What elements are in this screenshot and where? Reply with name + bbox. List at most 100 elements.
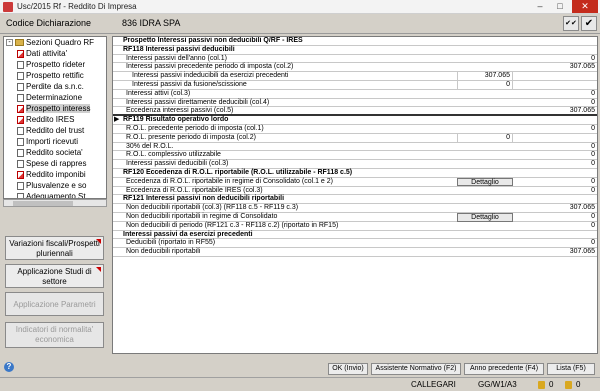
tree-item-label: Prospetto interess bbox=[26, 104, 91, 113]
grid-row[interactable]: Deducibili (riportato in RF55) 0 bbox=[113, 239, 597, 249]
ditta-label: 836 IDRA SPA bbox=[122, 18, 181, 28]
grid-row[interactable]: R.O.L. presente periodo di imposta (col.… bbox=[113, 133, 597, 143]
tree-item[interactable]: Spese di rappres bbox=[4, 158, 106, 169]
grid-row[interactable]: Prospetto Interessi passivi non deducibi… bbox=[113, 37, 597, 46]
tree-item[interactable]: Prospetto rideter bbox=[4, 59, 106, 70]
row-label: RF121 Interessi passivi non deducibili r… bbox=[123, 195, 285, 203]
anno-precedente-button[interactable]: Anno precedente (F4) bbox=[464, 363, 544, 375]
grid-row[interactable]: ▶ RF119 Risultato operativo lordo bbox=[113, 116, 597, 125]
row-label: Eccedenza di R.O.L. riportabile in regim… bbox=[126, 177, 333, 185]
tree-root[interactable]: - Sezioni Quadro RF bbox=[4, 37, 106, 48]
grid-row[interactable]: Interessi passivi indeducibili da eserci… bbox=[113, 72, 597, 81]
row-mid-value bbox=[457, 204, 513, 212]
tree-item[interactable]: Plusvalenze e so bbox=[4, 180, 106, 191]
row-mid-value bbox=[457, 143, 513, 151]
collapse-icon[interactable]: - bbox=[6, 39, 13, 47]
row-label: Interessi passivi da esercizi precedenti bbox=[123, 230, 253, 238]
grid-row[interactable]: Non deducibili riportabili (col.3) (RF11… bbox=[113, 204, 597, 213]
row-value: 0 bbox=[591, 142, 595, 150]
data-grid[interactable]: Prospetto Interessi passivi non deducibi… bbox=[112, 36, 598, 354]
indicatori-line1: Indicatori di normalita' bbox=[15, 325, 94, 334]
grid-row[interactable]: Non deducibili di periodo (RF121 c.3 - R… bbox=[113, 222, 597, 231]
app-icon bbox=[3, 2, 13, 12]
tree-item-label: Reddito imponibi bbox=[26, 170, 86, 179]
tree-item[interactable]: Reddito societa' bbox=[4, 147, 106, 158]
grid-row[interactable]: Eccedenza di R.O.L. riportabile in regim… bbox=[113, 177, 597, 187]
grid-row[interactable]: Interessi passivi deducibili (col.3) 0 bbox=[113, 160, 597, 169]
parametri-line1: Applicazione Parametri bbox=[13, 300, 96, 309]
grid-row[interactable]: Interessi passivi da esercizi precedenti bbox=[113, 231, 597, 240]
row-label: RF118 Interessi passivi deducibili bbox=[123, 45, 235, 53]
check-button[interactable]: ✔ bbox=[581, 16, 597, 31]
tree-item[interactable]: Reddito imponibi bbox=[4, 169, 106, 180]
grid-row[interactable]: Interessi passivi dell'anno (col.1) 0 bbox=[113, 55, 597, 64]
row-value: 0 bbox=[591, 151, 595, 159]
tree-item[interactable]: Reddito del trust bbox=[4, 125, 106, 136]
row-mid-value bbox=[457, 151, 513, 159]
row-label: Non deducibili di periodo (RF121 c.3 - R… bbox=[126, 221, 339, 229]
row-mid-value bbox=[457, 55, 513, 63]
close-button[interactable]: ✕ bbox=[572, 0, 598, 13]
grid-row[interactable]: Eccedenza interessi passivi (col.5) 307.0… bbox=[113, 107, 597, 117]
minimize-button[interactable]: – bbox=[531, 0, 549, 13]
variazioni-fiscali-button[interactable]: Variazioni fiscali/Prospetti pluriennali bbox=[5, 236, 104, 260]
row-value: 0 bbox=[591, 221, 595, 229]
grid-row[interactable]: Eccedenza di R.O.L. riportabile IRES (co… bbox=[113, 187, 597, 196]
row-label: Interessi passivi dell'anno (col.1) bbox=[126, 54, 227, 62]
sections-tree[interactable]: - Sezioni Quadro RF Dati attivita' Prospet… bbox=[3, 36, 107, 199]
tree-item[interactable]: Adeguamento St bbox=[4, 191, 106, 198]
help-icon[interactable]: ? bbox=[4, 362, 14, 372]
tree-item[interactable]: Reddito IRES bbox=[4, 114, 106, 125]
row-mid-value[interactable]: 0 bbox=[457, 80, 513, 90]
grid-row[interactable]: Interessi attivi (col.3) 0 bbox=[113, 90, 597, 99]
title-bar: Usc/2015 Rf - Reddito Di Impresa – □ ✕ bbox=[0, 0, 600, 14]
tree-item-label: Perdite da s.n.c. bbox=[26, 82, 84, 91]
row-mid-value bbox=[457, 90, 513, 98]
tree-root-label: Sezioni Quadro RF bbox=[26, 38, 95, 47]
grid-row[interactable]: RF121 Interessi passivi non deducibili r… bbox=[113, 195, 597, 205]
tree-item[interactable]: Prospetto rettific bbox=[4, 70, 106, 81]
dettaglio-button[interactable]: Dettaglio bbox=[457, 177, 513, 187]
grid-row[interactable]: R.O.L. precedente periodo di imposta (co… bbox=[113, 125, 597, 134]
tree-horizontal-scrollbar[interactable] bbox=[3, 199, 107, 207]
studi-settore-button[interactable]: Applicazione Studi di settore bbox=[5, 264, 104, 288]
grid-row[interactable]: Non deducibili riportabili in regime di … bbox=[113, 212, 597, 222]
row-label: Prospetto Interessi passivi non deducibi… bbox=[123, 37, 303, 44]
indicatori-line2: economica bbox=[35, 335, 74, 344]
lista-button[interactable]: Lista (F5) bbox=[547, 363, 595, 375]
status-count-1: 0 bbox=[549, 380, 554, 389]
assistente-normativo-button[interactable]: Assistente Normativo (F2) bbox=[371, 363, 461, 375]
grid-row[interactable]: R.O.L. complessivo utilizzabile 0 bbox=[113, 151, 597, 161]
document-icon bbox=[17, 94, 24, 102]
scroll-thumb[interactable] bbox=[13, 201, 73, 206]
row-value: 0 bbox=[591, 239, 595, 247]
grid-row[interactable]: RF118 Interessi passivi deducibili bbox=[113, 46, 597, 55]
tree-item[interactable]: Dati attivita' bbox=[4, 48, 106, 59]
grid-row[interactable]: Interessi passivi precedente periodo di … bbox=[113, 63, 597, 73]
dettaglio-button[interactable]: Dettaglio bbox=[457, 212, 513, 222]
lock-icon bbox=[565, 381, 572, 389]
row-label: Non deducibili riportabili bbox=[126, 248, 201, 256]
row-mid-value[interactable]: 0 bbox=[457, 133, 513, 143]
row-label: Non deducibili riportabili (col.3) (RF11… bbox=[126, 204, 299, 212]
maximize-button[interactable]: □ bbox=[551, 0, 569, 13]
row-mid-value[interactable]: 307.065 bbox=[457, 72, 513, 81]
tree-item[interactable]: Perdite da s.n.c. bbox=[4, 81, 106, 92]
check-all-button[interactable]: ✔✔ bbox=[563, 16, 579, 31]
grid-row[interactable]: Non deducibili riportabili 307.065 bbox=[113, 248, 597, 257]
tree-item-label: Importi ricevuti bbox=[26, 137, 79, 146]
grid-row[interactable]: Interessi passivi direttamente deducibil… bbox=[113, 99, 597, 108]
lock-icon bbox=[538, 381, 545, 389]
tree-item[interactable]: Prospetto interess bbox=[4, 103, 106, 114]
grid-row[interactable]: RF120 Eccedenza di R.O.L. riportabile (R… bbox=[113, 169, 597, 178]
status-bar: CALLEGARI GG/W1/A3 0 0 bbox=[0, 377, 600, 391]
parametri-button[interactable]: Applicazione Parametri bbox=[5, 292, 104, 316]
tree-item[interactable]: Determinazione bbox=[4, 92, 106, 103]
grid-row[interactable]: Interessi passivi da fusione/scissione 0 bbox=[113, 80, 597, 90]
indicatori-button[interactable]: Indicatori di normalita' economica bbox=[5, 322, 104, 348]
tree-item[interactable]: Importi ricevuti bbox=[4, 136, 106, 147]
grid-row[interactable]: 30% del R.O.L. 0 bbox=[113, 143, 597, 152]
ok-button[interactable]: OK (Invio) bbox=[328, 363, 368, 375]
header-bar: Codice Dichiarazione 836 IDRA SPA ✔✔ ✔ bbox=[0, 14, 600, 34]
tree-item-label: Dati attivita' bbox=[26, 49, 68, 58]
